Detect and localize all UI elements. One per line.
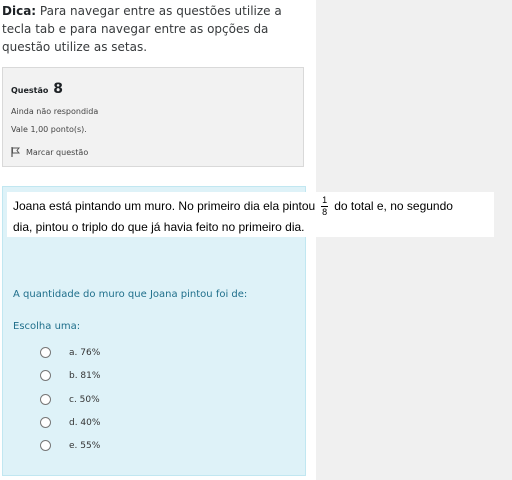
radio-button[interactable] (40, 394, 51, 405)
answer-option-label: b. 81% (69, 370, 101, 381)
tip-strong: Dica: (2, 4, 37, 18)
question-info: Questão 8 Ainda não respondida Vale 1,00… (2, 67, 304, 167)
flag-icon (11, 147, 20, 157)
radio-button[interactable] (40, 417, 51, 428)
question-text-line2: dia, pintou o triplo do que já havia fei… (13, 220, 305, 234)
fraction-numerator: 1 (322, 194, 328, 205)
navigation-tip: Dica: Para navegar entre as questões uti… (2, 2, 302, 56)
right-panel (316, 0, 512, 480)
question-label: Questão (11, 86, 49, 95)
answer-option-a[interactable]: a. 76% (40, 347, 100, 358)
choose-label: Escolha uma: (13, 321, 81, 332)
radio-button[interactable] (40, 347, 51, 358)
answer-option-d[interactable]: d. 40% (40, 417, 100, 428)
answer-option-c[interactable]: c. 50% (40, 394, 100, 405)
fraction-denominator: 8 (322, 206, 328, 217)
answer-option-label: d. 40% (69, 417, 101, 428)
fraction: 1 8 (321, 194, 329, 217)
radio-button[interactable] (40, 440, 51, 451)
question-prompt: A quantidade do muro que Joana pintou fo… (13, 289, 248, 300)
tip-text: Para navegar entre as questões utilize a… (2, 4, 282, 54)
question-text: Joana está pintando um muro. No primeiro… (7, 192, 494, 237)
answer-option-b[interactable]: b. 81% (40, 370, 100, 381)
question-text-line1-before: Joana está pintando um muro. No primeiro… (13, 199, 316, 213)
answer-option-label: c. 50% (69, 394, 100, 405)
question-number: Questão 8 (11, 81, 63, 97)
answer-option-label: e. 55% (69, 440, 101, 451)
flag-label: Marcar questão (26, 147, 89, 157)
answer-option-e[interactable]: e. 55% (40, 440, 100, 451)
question-grade: Vale 1,00 ponto(s). (11, 125, 87, 134)
question-number-value: 8 (53, 81, 63, 97)
question-state: Ainda não respondida (11, 107, 99, 116)
flag-question-link[interactable]: Marcar questão (11, 147, 88, 157)
question-text-line1-after: do total e, no segundo (334, 199, 453, 213)
answer-option-label: a. 76% (69, 347, 101, 358)
radio-button[interactable] (40, 370, 51, 381)
